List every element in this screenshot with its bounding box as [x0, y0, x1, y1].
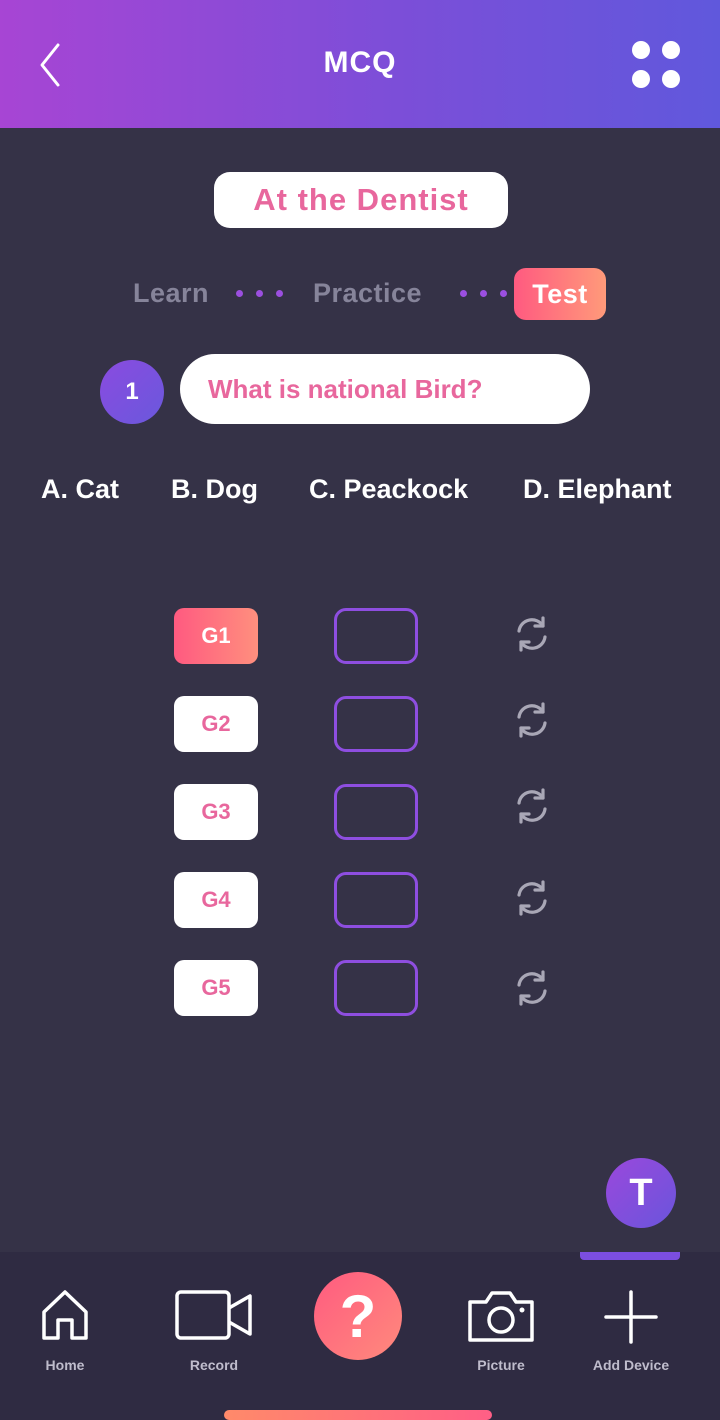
question-number-badge: 1 — [100, 360, 164, 424]
option-b[interactable]: B. Dog — [171, 474, 258, 505]
group-button-g3[interactable]: G3 — [174, 784, 258, 840]
option-a[interactable]: A. Cat — [41, 474, 119, 505]
home-indicator — [224, 1410, 492, 1420]
step-dots-divider — [460, 290, 507, 297]
step-test[interactable]: Test — [514, 268, 606, 320]
grid-dot-icon — [632, 70, 650, 88]
group-button-g1[interactable]: G1 — [174, 608, 258, 664]
question-text: What is national Bird? — [180, 354, 590, 424]
video-camera-icon[interactable] — [174, 1288, 254, 1344]
nav-add-device-label[interactable]: Add Device — [581, 1357, 681, 1373]
topic-title: At the Dentist — [214, 172, 508, 228]
nav-home-label[interactable]: Home — [30, 1357, 100, 1373]
home-icon[interactable] — [40, 1288, 90, 1342]
step-learn[interactable]: Learn — [133, 278, 209, 309]
user-avatar[interactable]: T — [606, 1158, 676, 1228]
plus-icon[interactable] — [604, 1290, 658, 1344]
refresh-icon[interactable] — [512, 968, 552, 1008]
grid-dot-icon — [632, 41, 650, 59]
answer-box-g3[interactable] — [334, 784, 418, 840]
option-d[interactable]: D. Elephant — [523, 474, 672, 505]
group-button-g2[interactable]: G2 — [174, 696, 258, 752]
group-button-g4[interactable]: G4 — [174, 872, 258, 928]
group-button-g5[interactable]: G5 — [174, 960, 258, 1016]
refresh-icon[interactable] — [512, 786, 552, 826]
step-practice[interactable]: Practice — [313, 278, 422, 309]
answer-box-g1[interactable] — [334, 608, 418, 664]
help-button[interactable]: ? — [314, 1272, 402, 1360]
nav-record-label[interactable]: Record — [179, 1357, 249, 1373]
grid-dot-icon — [662, 70, 680, 88]
page-title: MCQ — [323, 46, 397, 79]
grid-menu-button[interactable] — [628, 38, 686, 92]
option-c[interactable]: C. Peackock — [309, 474, 468, 505]
refresh-icon[interactable] — [512, 614, 552, 654]
app-header: MCQ — [0, 0, 720, 128]
step-dots-divider — [236, 290, 283, 297]
nav-picture-label[interactable]: Picture — [466, 1357, 536, 1373]
answer-box-g2[interactable] — [334, 696, 418, 752]
answer-box-g5[interactable] — [334, 960, 418, 1016]
camera-icon[interactable] — [466, 1288, 536, 1344]
refresh-icon[interactable] — [512, 700, 552, 740]
grid-dot-icon — [662, 41, 680, 59]
answer-box-g4[interactable] — [334, 872, 418, 928]
refresh-icon[interactable] — [512, 878, 552, 918]
avatar-indicator — [580, 1252, 680, 1260]
